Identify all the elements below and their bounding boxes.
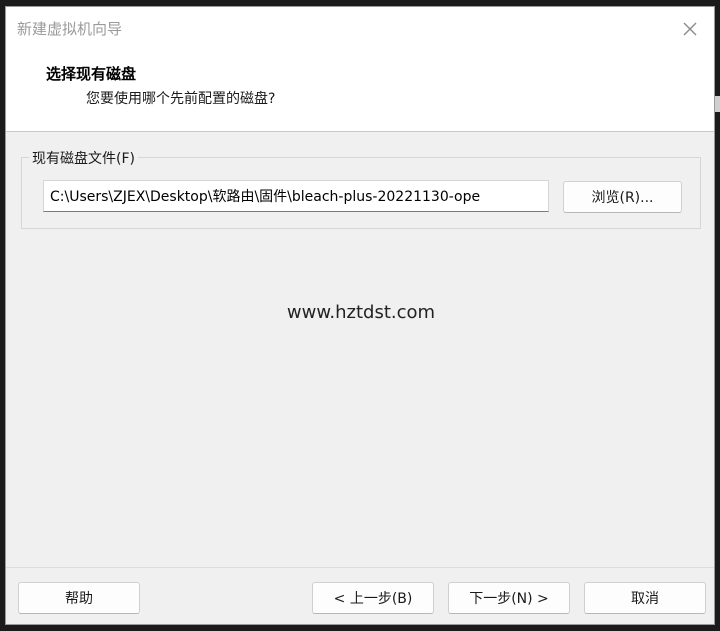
cancel-button[interactable]: 取消 [584, 582, 706, 614]
watermark-text: www.hztdst.com [286, 302, 436, 323]
next-button[interactable]: 下一步(N) > [448, 582, 570, 614]
new-vm-wizard-dialog: 新建虚拟机向导 选择现有磁盘 您要使用哪个先前配置的磁盘? 现有磁盘文件(F) … [5, 6, 715, 625]
back-button[interactable]: < 上一步(B) [312, 582, 434, 614]
wizard-footer: 帮助 < 上一步(B) 下一步(N) > 取消 [6, 567, 714, 624]
existing-disk-label: 现有磁盘文件(F) [29, 148, 138, 168]
help-button[interactable]: 帮助 [18, 582, 140, 614]
close-button[interactable] [674, 13, 706, 45]
disk-path-input[interactable] [43, 180, 549, 212]
background-edge [715, 96, 720, 112]
browse-button[interactable]: 浏览(R)... [563, 181, 682, 213]
wizard-header: 选择现有磁盘 您要使用哪个先前配置的磁盘? [6, 51, 714, 132]
page-subtitle: 您要使用哪个先前配置的磁盘? [86, 91, 276, 107]
title-bar: 新建虚拟机向导 [6, 7, 714, 51]
close-icon [683, 22, 697, 36]
existing-disk-group: 现有磁盘文件(F) 浏览(R)... [21, 148, 701, 229]
page-title: 选择现有磁盘 [46, 65, 137, 83]
window-title: 新建虚拟机向导 [17, 20, 123, 38]
